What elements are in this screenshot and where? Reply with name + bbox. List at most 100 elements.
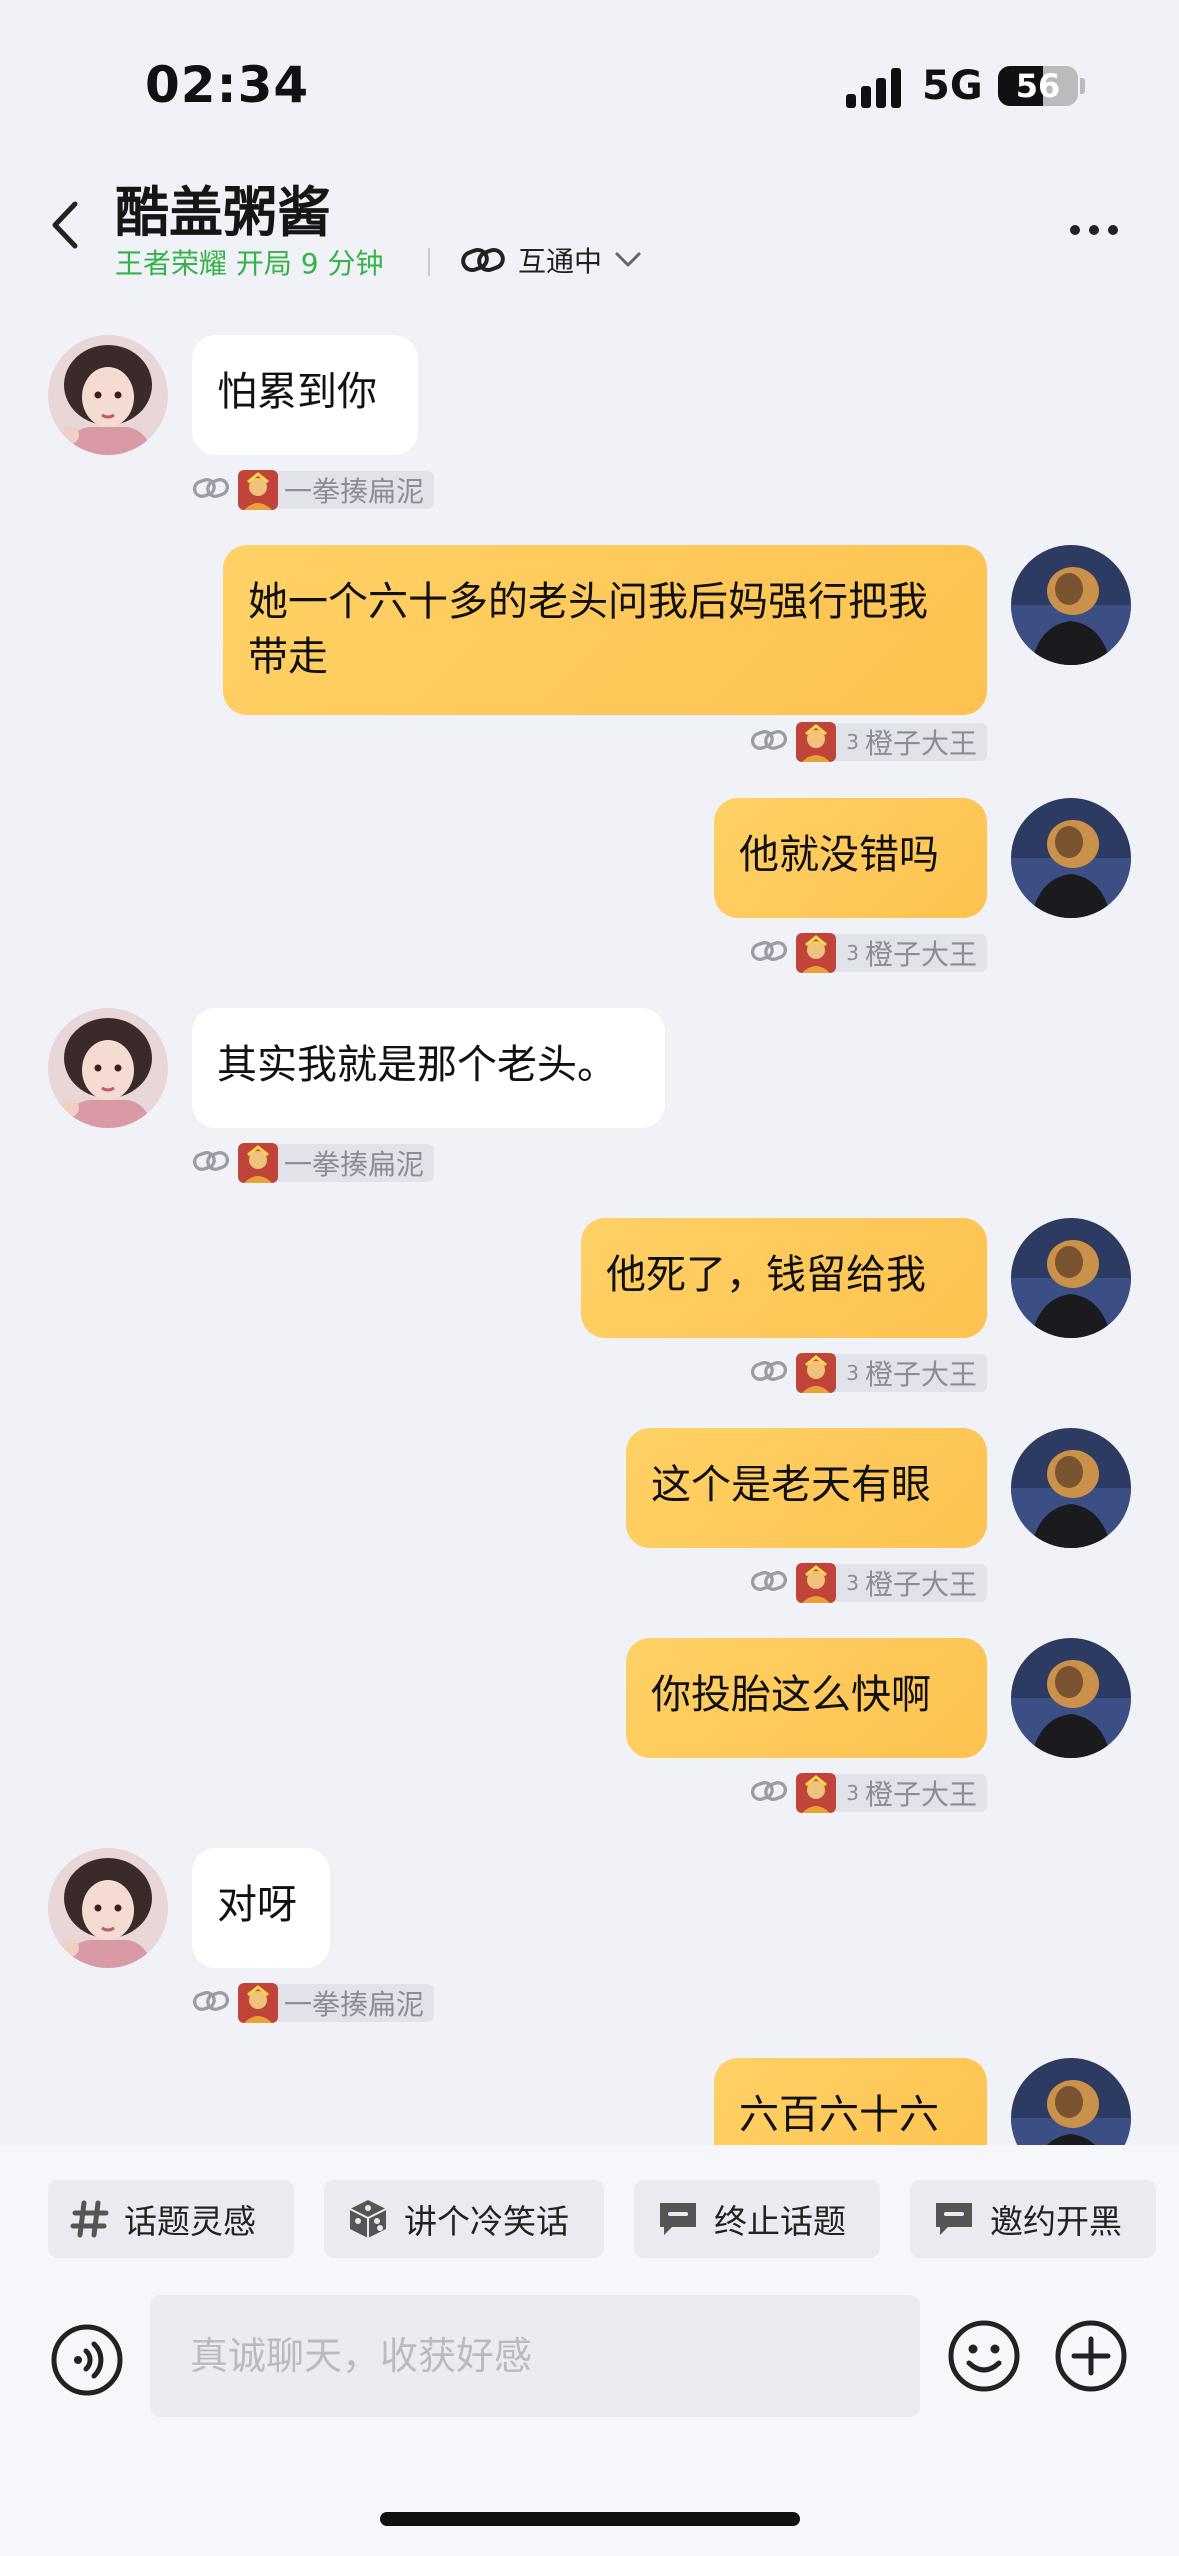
account-chip: 一拳揍扁泥 — [238, 1983, 435, 2023]
account-chip: 3 橙子大王 — [796, 722, 987, 762]
account-chip: 3 橙子大王 — [796, 1773, 987, 1813]
game-nickname: 橙子大王 — [864, 1358, 977, 1391]
voice-input-button[interactable] — [50, 2323, 124, 2397]
smiley-icon — [948, 2320, 1020, 2392]
my-avatar[interactable] — [1011, 1428, 1131, 1548]
chat-header: 酷盖粥酱 王者荣耀 开局 9 分钟 互通中 — [0, 160, 1179, 300]
message-list[interactable]: 怕累到你 一拳揍扁泥 她一个六十多的老头问我后妈强行把我带走 3 橙子大王 他就没错吗 3 橙… — [0, 290, 1179, 2145]
chat-bubble-icon — [936, 2203, 972, 2235]
game-account-tag[interactable]: 一拳揍扁泥 — [192, 1982, 435, 2024]
battery-tip — [1080, 78, 1085, 94]
more-dot — [1089, 225, 1099, 235]
network-type: 5G — [922, 63, 983, 109]
link-icon — [750, 727, 788, 757]
voice-icon — [51, 2324, 123, 2396]
home-indicator — [380, 2512, 800, 2526]
back-button[interactable] — [40, 190, 90, 260]
dice-icon — [349, 2200, 387, 2238]
link-status-dropdown[interactable]: 互通中 — [460, 238, 642, 282]
link-icon — [192, 1148, 230, 1178]
my-avatar[interactable] — [1011, 545, 1131, 665]
outgoing-message-bubble[interactable]: 他就没错吗 — [714, 798, 987, 918]
game-account-tag[interactable]: 3 橙子大王 — [750, 932, 987, 974]
my-avatar[interactable] — [1011, 1218, 1131, 1338]
header-divider — [428, 248, 430, 276]
rank-badge: 3 — [846, 941, 859, 965]
battery-icon: 56 — [998, 66, 1078, 106]
account-chip: 3 橙子大王 — [796, 1563, 987, 1603]
incoming-message-bubble[interactable]: 怕累到你 — [192, 335, 418, 455]
game-account-tag[interactable]: 一拳揍扁泥 — [192, 469, 435, 511]
back-arrow-icon — [52, 201, 78, 249]
incoming-message-bubble[interactable]: 其实我就是那个老头。 — [192, 1008, 665, 1128]
link-icon — [750, 1778, 788, 1808]
game-status: 王者荣耀 开局 9 分钟 — [115, 247, 384, 280]
hero-avatar-icon — [238, 1143, 278, 1183]
quick-action-label: 话题灵感 — [124, 2202, 256, 2241]
rank-badge: 3 — [846, 1781, 859, 1805]
my-avatar[interactable] — [1011, 798, 1131, 918]
outgoing-message-bubble[interactable]: 你投胎这么快啊 — [626, 1638, 987, 1758]
status-time: 02:34 — [145, 56, 310, 114]
game-nickname: 一拳揍扁泥 — [284, 475, 425, 508]
link-icon — [750, 1358, 788, 1388]
contact-name[interactable]: 酷盖粥酱 — [115, 168, 331, 247]
outgoing-message-bubble[interactable]: 她一个六十多的老头问我后妈强行把我带走 — [223, 545, 987, 715]
chevron-down-icon — [615, 252, 641, 267]
game-nickname: 橙子大王 — [864, 727, 977, 760]
game-nickname: 橙子大王 — [864, 938, 977, 971]
emoji-button[interactable] — [947, 2319, 1021, 2393]
hero-avatar-icon — [796, 722, 837, 762]
contact-avatar[interactable] — [48, 335, 168, 455]
contact-avatar[interactable] — [48, 1008, 168, 1128]
game-account-tag[interactable]: 3 橙子大王 — [750, 1352, 987, 1394]
quick-action-end-topic[interactable]: 终止话题 — [634, 2180, 880, 2258]
my-avatar[interactable] — [1011, 2058, 1131, 2145]
account-chip: 一拳揍扁泥 — [238, 1143, 435, 1183]
rank-badge: 3 — [846, 1361, 859, 1385]
link-status-label: 互通中 — [518, 245, 603, 278]
game-account-tag[interactable]: 3 橙子大王 — [750, 721, 987, 763]
outgoing-message-bubble[interactable]: 六百六十六 — [714, 2058, 987, 2145]
game-nickname: 一拳揍扁泥 — [284, 1148, 425, 1181]
account-chip: 3 橙子大王 — [796, 933, 987, 973]
chat-bubble-icon — [660, 2203, 696, 2235]
quick-action-invite[interactable]: 邀约开黑 — [910, 2180, 1156, 2258]
hero-avatar-icon — [796, 1563, 837, 1603]
contact-avatar[interactable] — [48, 1848, 168, 1968]
hero-avatar-icon — [238, 470, 278, 510]
more-actions-button[interactable] — [1054, 2319, 1128, 2393]
my-avatar[interactable] — [1011, 1638, 1131, 1758]
outgoing-message-bubble[interactable]: 这个是老天有眼 — [626, 1428, 987, 1548]
status-bar: 02:34 5G 56 — [0, 0, 1179, 170]
hero-avatar-icon — [238, 1983, 278, 2023]
link-icon — [192, 475, 230, 505]
rank-badge: 3 — [846, 730, 859, 754]
game-nickname: 一拳揍扁泥 — [284, 1988, 425, 2021]
hash-icon — [70, 2200, 109, 2238]
plus-icon — [1055, 2320, 1127, 2392]
link-icon — [192, 1988, 230, 2018]
battery-percent: 56 — [1015, 67, 1061, 105]
message-input[interactable] — [150, 2295, 920, 2417]
game-account-tag[interactable]: 3 橙子大王 — [750, 1562, 987, 1604]
link-icon — [461, 247, 505, 273]
game-account-tag[interactable]: 3 橙子大王 — [750, 1772, 987, 1814]
input-panel: 话题灵感 讲个冷笑话 终止话题 邀约开黑 — [0, 2145, 1179, 2556]
rank-badge: 3 — [846, 1571, 859, 1595]
hero-avatar-icon — [796, 1353, 837, 1393]
more-dot — [1108, 225, 1118, 235]
more-dot — [1070, 225, 1080, 235]
game-account-tag[interactable]: 一拳揍扁泥 — [192, 1142, 435, 1184]
account-chip: 一拳揍扁泥 — [238, 470, 435, 510]
game-nickname: 橙子大王 — [864, 1568, 977, 1601]
incoming-message-bubble[interactable]: 对呀 — [192, 1848, 330, 1968]
outgoing-message-bubble[interactable]: 他死了，钱留给我 — [581, 1218, 987, 1338]
quick-action-label: 讲个冷笑话 — [404, 2202, 569, 2241]
quick-action-joke[interactable]: 讲个冷笑话 — [324, 2180, 604, 2258]
quick-action-topic[interactable]: 话题灵感 — [48, 2180, 294, 2258]
link-icon — [750, 938, 788, 968]
link-icon — [750, 1568, 788, 1598]
quick-action-label: 邀约开黑 — [990, 2202, 1122, 2241]
more-options-button[interactable] — [1070, 220, 1130, 240]
